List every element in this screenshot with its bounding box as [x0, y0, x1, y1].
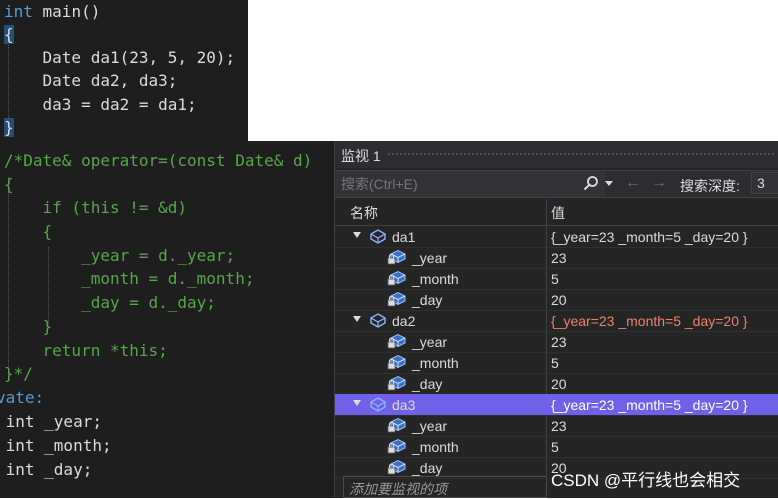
drag-grip[interactable] — [387, 152, 775, 157]
code-line-comment: } — [4, 317, 53, 336]
code-line: int main() — [4, 1, 100, 23]
watch-item-da2[interactable]: da2 {_year=23 _month=5 _day=20 } — [335, 310, 778, 332]
expand-triangle-icon[interactable] — [353, 316, 361, 322]
watch-member-row[interactable]: _month 5 — [335, 268, 778, 290]
watch-value[interactable]: 5 — [551, 271, 559, 287]
private-member-icon — [387, 333, 407, 353]
private-member-icon — [387, 375, 407, 395]
code-line: } — [4, 117, 14, 139]
watch-title: 监视 1 — [341, 148, 381, 164]
code-line: Date da1(23, 5, 20); — [4, 47, 236, 69]
column-header-value[interactable]: 值 — [551, 203, 565, 223]
code-line-comment: { — [4, 222, 53, 241]
watch-value[interactable]: {_year=23 _month=5 _day=20 } — [551, 229, 748, 245]
keyword-int: int — [4, 2, 33, 21]
private-member-icon — [387, 291, 407, 311]
watch-name: da2 — [392, 313, 416, 329]
code-line-comment: /*Date& operator=(const Date& d) — [4, 151, 313, 170]
watch-title-bar[interactable]: 监视 1 — [335, 141, 778, 168]
code-line-member: int _year; — [0, 412, 102, 431]
watch-name: _day — [412, 376, 443, 392]
watch-member-row[interactable]: _year 23 — [335, 415, 778, 437]
back-arrow-icon[interactable]: ← — [625, 174, 641, 192]
code-line-private: vate: — [0, 388, 45, 407]
watch-name: da3 — [392, 397, 416, 413]
code-assignment: da3 = da2 = da1; — [4, 95, 197, 114]
brace-close: } — [4, 118, 14, 137]
forward-arrow-icon[interactable]: → — [651, 174, 667, 192]
watch-member-row[interactable]: _month 5 — [335, 352, 778, 374]
code-line-comment: return *this; — [4, 341, 168, 360]
watch-member-row[interactable]: _month 5 — [335, 436, 778, 458]
watch-value[interactable]: 5 — [551, 355, 559, 371]
private-member-icon — [387, 270, 407, 290]
watch-name: _month — [412, 271, 459, 287]
watch-value[interactable]: 20 — [551, 292, 567, 308]
code-line: Date da2, da3; — [4, 70, 178, 92]
private-member-icon — [387, 249, 407, 269]
watch-member-row[interactable]: _day 20 — [335, 289, 778, 311]
watch-value[interactable]: 20 — [551, 376, 567, 392]
add-watch-placeholder[interactable]: 添加要监视的项 — [349, 479, 447, 499]
chevron-down-icon[interactable] — [605, 181, 613, 186]
code-da1-decl: Date da1(23, 5, 20); — [4, 48, 236, 67]
function-main: main() — [32, 2, 101, 21]
brace-open: { — [4, 25, 14, 44]
code-editor-top: int main() { Date da1(23, 5, 20); Date d… — [0, 0, 248, 141]
code-line-comment: }*/ — [4, 364, 33, 383]
code-editor-left: /*Date& operator=(const Date& d) { if (t… — [0, 141, 334, 498]
watch-name: _year — [412, 334, 448, 350]
watch-member-row[interactable]: _year 23 — [335, 331, 778, 353]
search-depth-select[interactable]: 3 — [751, 172, 778, 194]
code-line-comment: _month = d._month; — [4, 269, 255, 288]
object-icon — [369, 312, 387, 331]
watch-name: _year — [412, 418, 448, 434]
private-member-icon — [387, 438, 407, 458]
watch-name: _year — [412, 250, 448, 266]
watch-value[interactable]: 23 — [551, 334, 567, 350]
watch-value[interactable]: {_year=23 _month=5 _day=20 } — [551, 397, 748, 413]
expand-triangle-icon[interactable] — [353, 232, 361, 238]
watch-member-row[interactable]: _year 23 — [335, 247, 778, 269]
code-line-comment: if (this != &d) — [4, 198, 188, 217]
column-header-name[interactable]: 名称 — [350, 203, 378, 223]
watch-value[interactable]: {_year=23 _month=5 _day=20 } — [551, 313, 748, 329]
watch-member-row[interactable]: _day 20 — [335, 373, 778, 395]
expand-triangle-icon[interactable] — [353, 400, 361, 406]
watch-name: _day — [412, 460, 443, 476]
watch-value[interactable]: 23 — [551, 418, 567, 434]
watermark: CSDN @平行线也会相交 — [551, 471, 741, 490]
code-line: da3 = da2 = da1; — [4, 94, 197, 116]
code-line-member: int _day; — [0, 460, 93, 479]
code-line: { — [4, 24, 14, 46]
watch-value[interactable]: 5 — [551, 439, 559, 455]
watch-name: da1 — [392, 229, 416, 245]
private-member-icon — [387, 354, 407, 374]
watch-value[interactable]: 23 — [551, 250, 567, 266]
watch-window: 监视 1 ← → 搜索深度: 3 名称 值 da1 {_year=23 _mont… — [334, 141, 778, 498]
watch-item-da1[interactable]: da1 {_year=23 _month=5 _day=20 } — [335, 226, 778, 248]
code-da2-da3-decl: Date da2, da3; — [4, 71, 178, 90]
code-line-comment: _day = d._day; — [4, 293, 216, 312]
watch-item-da3[interactable]: da3 {_year=23 _month=5 _day=20 } — [335, 394, 778, 416]
watch-name: _month — [412, 355, 459, 371]
object-icon — [369, 228, 387, 247]
code-line-comment: _year = d._year; — [4, 246, 236, 265]
code-line-comment: { — [4, 175, 14, 194]
watch-name: _month — [412, 439, 459, 455]
object-icon — [369, 396, 387, 415]
watch-name: _day — [412, 292, 443, 308]
watch-column-header: 名称 值 — [335, 199, 778, 226]
private-member-icon — [387, 417, 407, 437]
search-row: ← → 搜索深度: 3 — [335, 170, 778, 198]
search-input[interactable] — [335, 171, 605, 197]
search-icon[interactable] — [583, 175, 599, 194]
search-depth-label: 搜索深度: — [680, 178, 740, 194]
code-line-member: int _month; — [0, 436, 112, 455]
